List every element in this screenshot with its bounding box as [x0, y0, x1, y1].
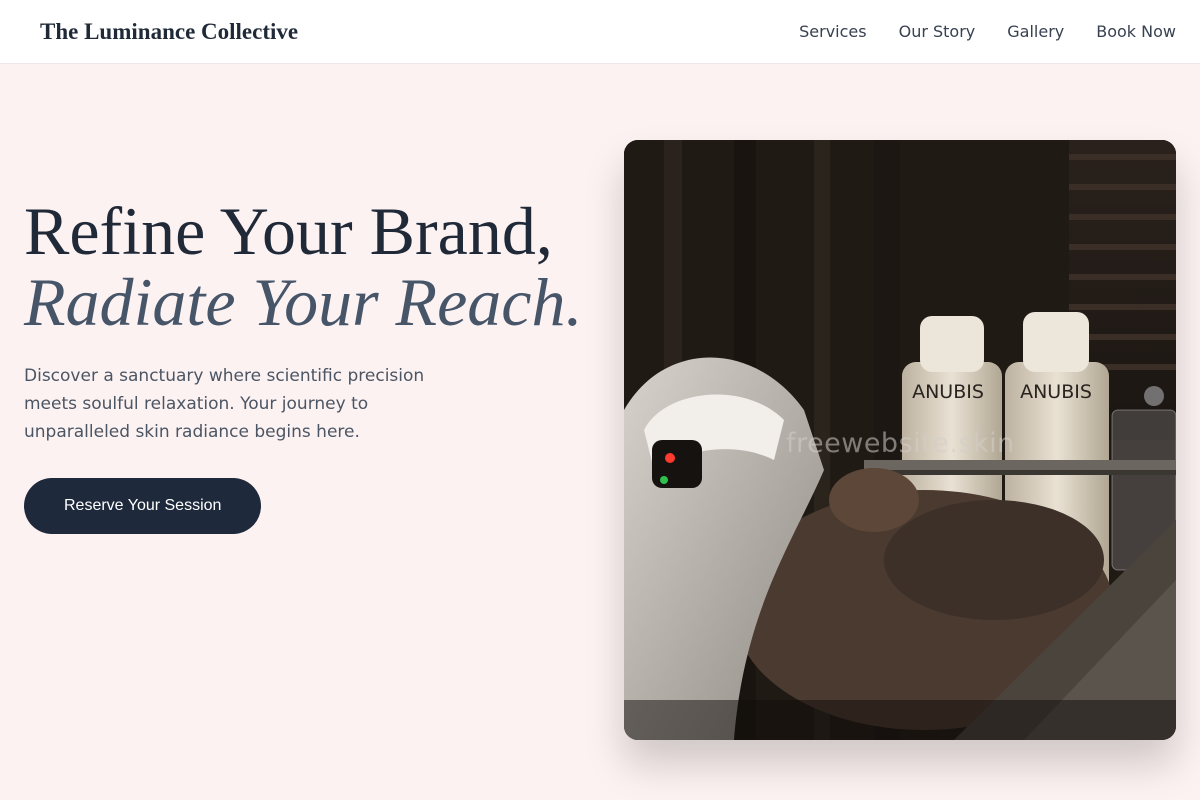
hero-title: Refine Your Brand, Radiate Your Reach. — [24, 196, 584, 338]
watermark-text: freewebsite.skin — [786, 428, 1015, 459]
brand-logo[interactable]: The Luminance Collective — [40, 19, 298, 45]
hero-title-line2: Radiate Your Reach. — [24, 264, 583, 340]
hero-title-line1: Refine Your Brand, — [24, 193, 553, 269]
nav-link-gallery[interactable]: Gallery — [1007, 22, 1064, 41]
bottle-label-1: ANUBIS — [912, 381, 984, 403]
bottle-label-2: ANUBIS — [1020, 381, 1092, 403]
hero-image: ANUBIS ANUBIS freewebsite.skin — [624, 140, 1176, 740]
main-nav: Services Our Story Gallery Book Now — [799, 22, 1176, 41]
nav-link-our-story[interactable]: Our Story — [899, 22, 976, 41]
nav-link-services[interactable]: Services — [799, 22, 866, 41]
hero-description: Discover a sanctuary where scientific pr… — [24, 366, 425, 442]
nav-link-book-now[interactable]: Book Now — [1096, 22, 1176, 41]
reserve-session-button[interactable]: Reserve Your Session — [24, 478, 262, 534]
hero-section: Refine Your Brand, Radiate Your Reach. D… — [24, 196, 584, 534]
site-header: The Luminance Collective Services Our St… — [0, 0, 1200, 64]
